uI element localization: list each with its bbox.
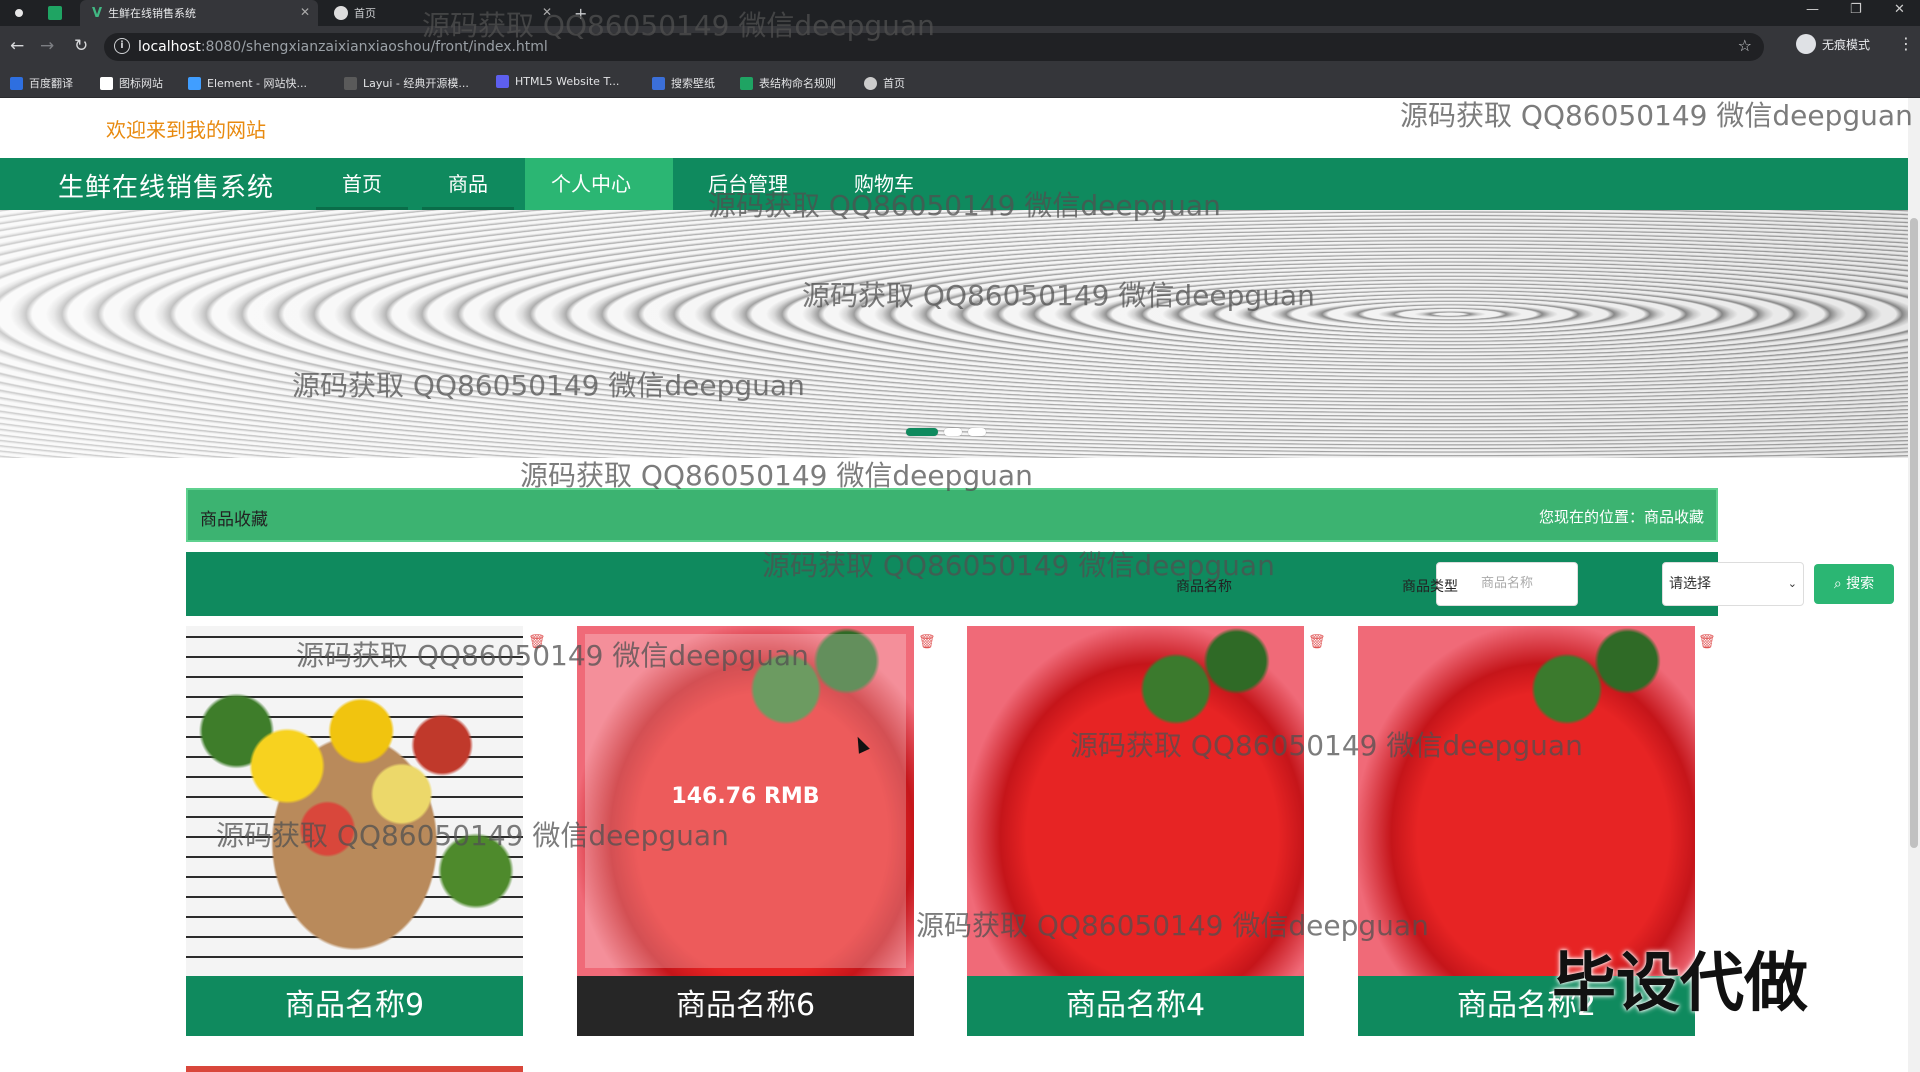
carousel-dot[interactable] [944,428,962,436]
flag-icon [100,76,113,90]
type-label: 商品类型 [1402,579,1458,595]
browser-menu-tab[interactable] [12,0,36,26]
translate-icon [10,76,23,90]
more-icon[interactable]: ⋮ [1898,34,1914,53]
bookmark-item[interactable]: 表结构命名规则 [740,75,836,91]
nav-home[interactable]: 首页 [316,158,408,210]
watermark: 源码获取 QQ86050149 微信deepguan [296,639,809,672]
watermark: 源码获取 QQ86050149 微信deepguan [1400,99,1913,132]
doc-icon [740,76,753,90]
close-tab-icon[interactable]: ✕ [300,5,310,19]
close-window-icon[interactable]: ✕ [1894,2,1905,17]
profile-label: 无痕模式 [1822,37,1871,52]
search-button[interactable]: ⌕ 搜索 [1814,564,1894,604]
element-icon [188,76,201,90]
product-image[interactable]: 146.76 RMB [577,626,914,976]
search-icon: ⌕ [1833,576,1842,592]
sheet-icon [48,6,62,20]
html5-icon [496,75,509,88]
info-icon[interactable]: i [114,38,130,54]
delete-icon[interactable]: 🗑 [918,634,936,650]
vue-icon: V [92,5,103,21]
welcome-text: 欢迎来到我的网站 [106,118,266,142]
address-bar-row: ← → ↻ i localhost:8080/shengxianzaixianx… [0,26,1920,68]
delete-icon[interactable]: 🗑 [1698,634,1716,650]
section-title: 商品收藏 [200,510,268,530]
bookmark-item[interactable]: Element - 网站快... [188,75,307,91]
watermark: 源码获取 QQ86050149 微信deepguan [292,369,805,402]
bookmark-item[interactable]: HTML5 Website T... [496,75,619,88]
watermark: 源码获取 QQ86050149 微信deepguan [708,189,1221,222]
back-icon[interactable]: ← [10,36,24,56]
watermark: 源码获取 QQ86050149 微信deepguan [1070,729,1583,762]
carousel-indicators [906,428,986,436]
product-card[interactable]: 商品名称4 [967,626,1304,1036]
product-name[interactable]: 商品名称9 [186,976,523,1036]
watermark: 源码获取 QQ86050149 微信deepguan [520,459,1033,492]
watermark: 源码获取 QQ86050149 微信deepguan [916,909,1429,942]
reload-icon[interactable]: ↻ [74,36,88,56]
bookmark-item[interactable]: 首页 [864,75,905,91]
minimize-icon[interactable]: — [1806,2,1819,17]
browser-tab-bar: V 生鲜在线销售系统 ✕ 首页 ✕ + — ❐ ✕ [0,0,1920,26]
nav-personal-center[interactable]: 个人中心 [525,158,673,210]
next-row-card-edge [186,1066,523,1072]
tab-system[interactable]: V 生鲜在线销售系统 ✕ [80,0,318,26]
product-image[interactable] [186,626,523,976]
banner-carousel[interactable] [0,210,1908,458]
location-text: 您现在的位置：商品收藏 [1538,508,1704,526]
bookmark-item[interactable]: 图标网站 [100,75,163,91]
promo-stamp: 毕设代做 [1552,947,1808,1021]
delete-icon[interactable]: 🗑 [1308,634,1326,650]
bookmark-item[interactable]: 百度翻译 [10,75,73,91]
bookmark-item[interactable]: 搜索壁纸 [652,75,715,91]
breadcrumb: 商品收藏 您现在的位置：商品收藏 [186,488,1718,542]
product-price: 146.76 RMB [671,784,820,809]
bookmark-item[interactable]: Layui - 经典开源模... [344,75,469,91]
carousel-dot[interactable] [968,428,986,436]
restore-icon[interactable]: ❐ [1850,2,1862,17]
pinned-tab[interactable] [48,0,74,26]
forward-icon[interactable]: → [40,36,54,56]
scrollbar-thumb[interactable] [1910,218,1918,848]
watermark: 源码获取 QQ86050149 微信deepguan [762,549,1275,582]
product-name[interactable]: 商品名称6 [577,976,914,1036]
watermark: 源码获取 QQ86050149 微信deepguan [422,9,935,42]
watermark: 源码获取 QQ86050149 微信deepguan [802,279,1315,312]
wallpaper-icon [652,76,665,90]
incognito-icon [1796,34,1816,54]
layui-icon [344,76,357,90]
page-scrollbar[interactable] [1908,98,1920,1072]
carousel-dot[interactable] [906,428,938,436]
bookmark-star-icon[interactable]: ☆ [1738,36,1752,55]
nav-products[interactable]: 商品 [422,158,514,210]
product-name[interactable]: 商品名称4 [967,976,1304,1036]
profile-button[interactable]: 无痕模式 [1796,34,1870,54]
site-brand[interactable]: 生鲜在线销售系统 [58,167,274,204]
watermark: 源码获取 QQ86050149 微信deepguan [216,819,729,852]
chevron-down-icon: ⌄ [1787,577,1797,590]
product-type-select[interactable]: 请选择 ⌄ [1662,562,1804,606]
tab-title: 首页 [354,7,376,20]
globe-icon [12,6,26,20]
globe-icon [334,6,348,20]
tab-title: 生鲜在线销售系统 [108,7,197,20]
globe-icon [864,76,877,90]
